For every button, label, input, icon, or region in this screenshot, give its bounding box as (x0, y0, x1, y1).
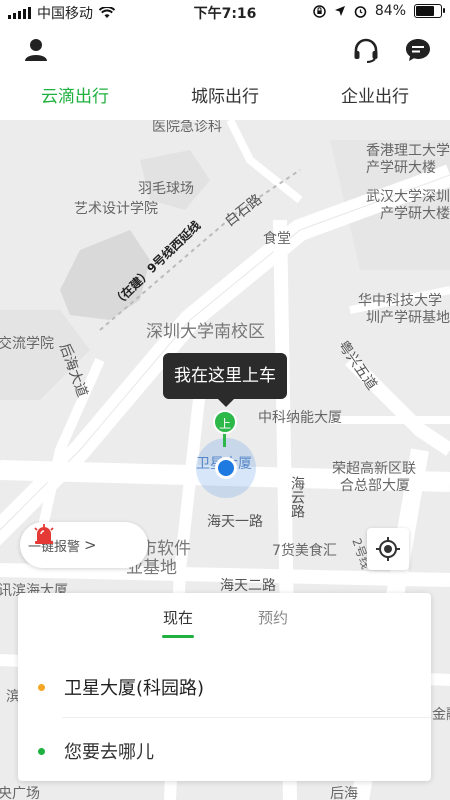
current-location-dot (215, 457, 237, 479)
map-label-canteen: 食堂 (263, 231, 291, 247)
map-label-qihuo: 7货美食汇 (272, 543, 337, 559)
origin-text: 卫星大厦(科园路) (64, 678, 205, 699)
siren-icon (34, 524, 54, 544)
destination-dot-icon (38, 747, 45, 755)
tab-now[interactable]: 现在 (163, 607, 193, 628)
map-label-exchange: 交流学院 (0, 336, 54, 352)
map-label-hust-2: 圳产学研基地 (366, 310, 450, 326)
app-header: 云滴出行 城际出行 企业出行 (0, 24, 450, 120)
tab-reserve[interactable]: 预约 (258, 607, 288, 628)
battery-percent: 84% (374, 3, 406, 19)
crosshair-icon (376, 537, 400, 561)
map-label-badminton: 羽毛球场 (138, 181, 194, 197)
battery-level (416, 6, 435, 16)
map-label-szu-south: 深圳大学南校区 (146, 322, 265, 342)
user-icon[interactable] (22, 36, 50, 64)
active-tab-indicator (162, 635, 194, 638)
location-arrow-icon (334, 6, 345, 16)
status-right: 84% (313, 3, 445, 19)
headset-icon[interactable] (352, 36, 380, 64)
pickup-pin[interactable]: 上 (213, 410, 237, 434)
booking-card: 现在 预约 卫星大厦(科园路) 您要去哪儿 (18, 593, 431, 781)
map-label-guangchang: 央广场 (0, 786, 40, 800)
map-label-haiyun-road: 海云路 (289, 476, 305, 518)
map-label-houhai: 后海 (330, 786, 358, 800)
map-label-zhongke: 中科纳能大厦 (258, 410, 342, 426)
row-divider (62, 717, 431, 718)
map-label-haitian-1: 海天一路 (207, 514, 263, 530)
rotation-lock-icon (313, 4, 326, 18)
battery-icon (414, 4, 445, 18)
map-label-hospital: 医院急诊科 (152, 120, 222, 135)
tab-enterprise[interactable]: 企业出行 (300, 82, 450, 107)
emergency-alarm-button[interactable]: 一键报警 > (20, 522, 148, 568)
tab-yundi[interactable]: 云滴出行 (0, 82, 150, 107)
alarm-clock-icon (354, 5, 367, 18)
tab-intercity[interactable]: 城际出行 (150, 82, 300, 107)
destination-placeholder: 您要去哪儿 (64, 742, 154, 763)
chevron-right-icon: > (84, 536, 97, 554)
map-label-polyu-2: 产学研大楼 (366, 160, 436, 176)
map-label-whu-2: 产学研大楼 (380, 206, 450, 222)
map-label-jin: 金融 (432, 707, 450, 723)
message-icon[interactable] (404, 36, 432, 64)
status-bar: 中国移动 下午7:16 84% (0, 0, 450, 24)
origin-dot-icon (38, 683, 45, 691)
time-tabs: 现在 预约 (18, 593, 431, 641)
destination-field[interactable]: 您要去哪儿 (18, 723, 431, 779)
map-label-rongchao-2: 合总部大厦 (340, 478, 410, 494)
origin-field[interactable]: 卫星大厦(科园路) (18, 659, 431, 715)
pickup-bubble[interactable]: 我在这里上车 (163, 353, 287, 407)
locate-me-button[interactable] (367, 528, 409, 570)
map-label-haitian-2: 海天二路 (220, 578, 276, 594)
map-label-art-design: 艺术设计学院 (74, 201, 158, 217)
service-tabs: 云滴出行 城际出行 企业出行 (0, 82, 450, 107)
